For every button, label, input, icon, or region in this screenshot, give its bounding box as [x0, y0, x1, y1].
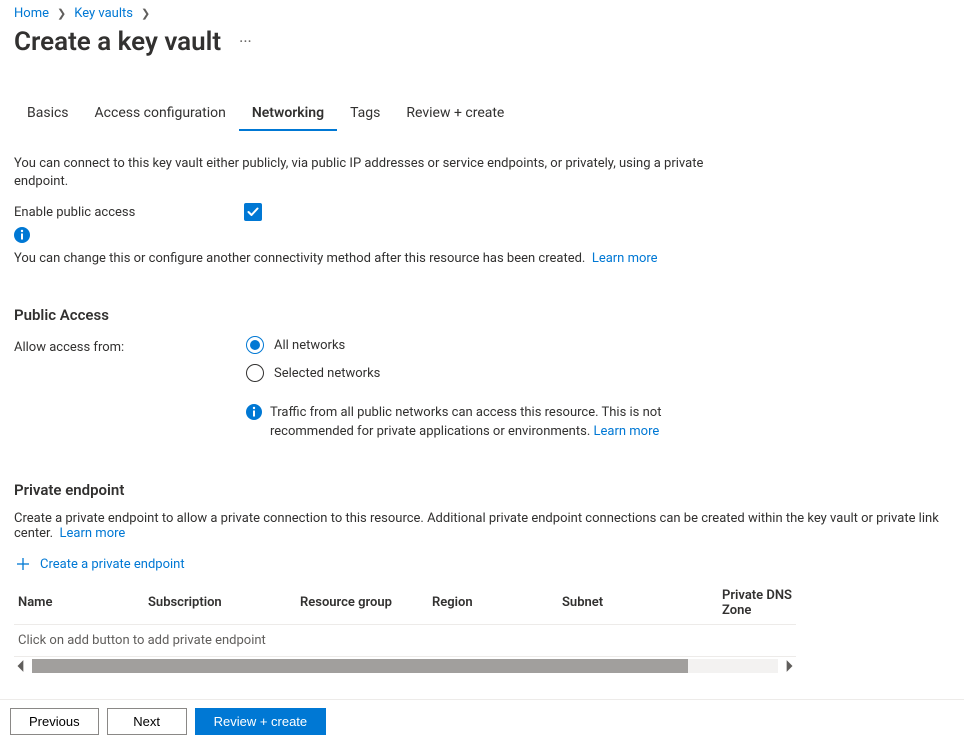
- radio-all-networks-label: All networks: [274, 338, 345, 353]
- horizontal-scrollbar[interactable]: [14, 659, 796, 673]
- breadcrumb: Home ❯ Key vaults ❯: [14, 6, 950, 21]
- tab-bar: Basics Access configuration Networking T…: [14, 99, 950, 131]
- private-endpoint-table: Name Subscription Resource group Region …: [14, 582, 796, 657]
- learn-more-link[interactable]: Learn more: [592, 251, 658, 266]
- check-icon: [247, 206, 259, 218]
- footer-bar: Previous Next Review + create: [0, 699, 964, 743]
- create-private-endpoint-label: Create a private endpoint: [40, 557, 185, 572]
- info-icon: [246, 404, 262, 420]
- tab-review-create[interactable]: Review + create: [393, 99, 517, 131]
- col-subscription: Subscription: [144, 582, 296, 625]
- private-endpoint-desc-text: Create a private endpoint to allow a pri…: [14, 511, 939, 541]
- enable-public-access-checkbox[interactable]: [244, 203, 262, 221]
- table-header-row: Name Subscription Resource group Region …: [14, 582, 796, 625]
- scrollbar-track[interactable]: [32, 659, 778, 673]
- review-create-button[interactable]: Review + create: [195, 708, 327, 735]
- tab-access-configuration[interactable]: Access configuration: [82, 99, 239, 131]
- col-private-dns-zone: Private DNS Zone: [718, 582, 796, 625]
- radio-icon: [246, 336, 264, 354]
- tab-tags[interactable]: Tags: [337, 99, 393, 131]
- next-button[interactable]: Next: [107, 708, 187, 735]
- radio-all-networks[interactable]: All networks: [246, 336, 706, 354]
- chevron-right-icon: ❯: [57, 7, 66, 20]
- col-resource-group: Resource group: [296, 582, 428, 625]
- connectivity-note-text: You can change this or configure another…: [14, 251, 585, 266]
- connectivity-note: You can change this or configure another…: [14, 251, 950, 266]
- previous-button[interactable]: Previous: [10, 708, 99, 735]
- enable-public-access-label: Enable public access: [14, 205, 244, 220]
- radio-selected-networks[interactable]: Selected networks: [246, 364, 706, 382]
- create-private-endpoint-button[interactable]: Create a private endpoint: [16, 557, 185, 572]
- radio-selected-networks-label: Selected networks: [274, 366, 380, 381]
- tab-basics[interactable]: Basics: [14, 99, 82, 131]
- private-endpoint-heading: Private endpoint: [14, 481, 950, 499]
- intro-text: You can connect to this key vault either…: [14, 155, 714, 191]
- table-empty-message: Click on add button to add private endpo…: [14, 624, 796, 656]
- tab-networking[interactable]: Networking: [239, 99, 337, 131]
- learn-more-link[interactable]: Learn more: [60, 526, 126, 541]
- breadcrumb-key-vaults[interactable]: Key vaults: [74, 6, 133, 21]
- more-actions-icon[interactable]: ···: [239, 34, 252, 50]
- col-name: Name: [14, 582, 144, 625]
- radio-icon: [246, 364, 264, 382]
- info-icon: [14, 227, 30, 243]
- col-region: Region: [428, 582, 558, 625]
- chevron-right-icon: ❯: [141, 7, 150, 20]
- plus-icon: [16, 557, 30, 571]
- col-subnet: Subnet: [558, 582, 718, 625]
- learn-more-link[interactable]: Learn more: [593, 424, 659, 439]
- scrollbar-thumb[interactable]: [32, 659, 688, 673]
- breadcrumb-home[interactable]: Home: [14, 6, 49, 21]
- public-access-warning: Traffic from all public networks can acc…: [270, 404, 706, 440]
- scroll-right-icon[interactable]: [782, 659, 796, 673]
- allow-access-from-label: Allow access from:: [14, 336, 246, 355]
- public-access-heading: Public Access: [14, 306, 950, 324]
- table-row: Click on add button to add private endpo…: [14, 624, 796, 656]
- private-endpoint-desc: Create a private endpoint to allow a pri…: [14, 511, 950, 541]
- page-title: Create a key vault: [14, 27, 221, 57]
- scroll-left-icon[interactable]: [14, 659, 28, 673]
